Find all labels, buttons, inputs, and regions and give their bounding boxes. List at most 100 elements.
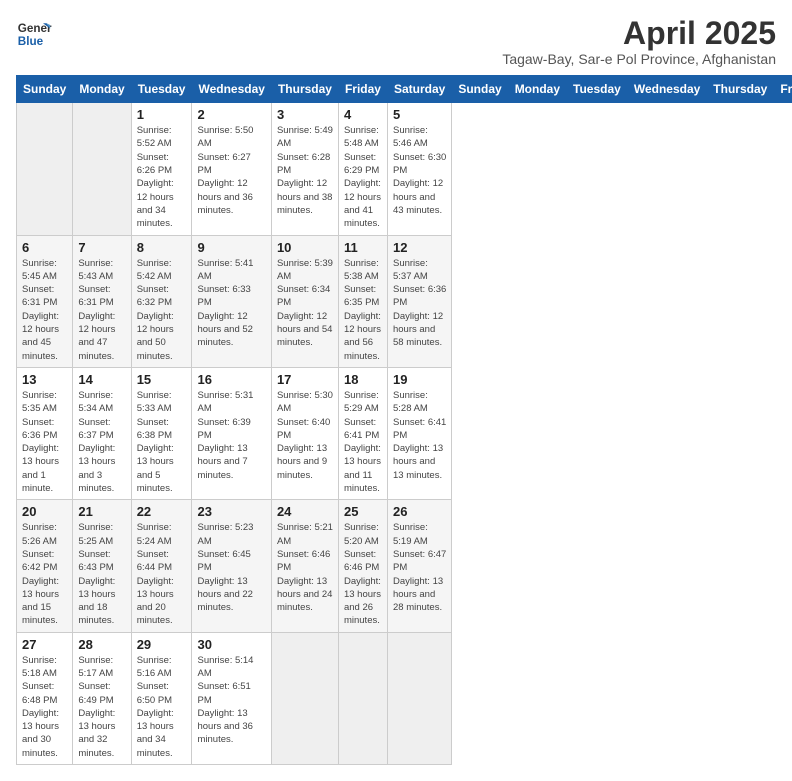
calendar-cell: 8Sunrise: 5:42 AM Sunset: 6:32 PM Daylig…	[131, 235, 192, 367]
day-number: 26	[393, 504, 446, 519]
header-day-saturday: Saturday	[387, 76, 451, 103]
header-friday: Friday	[774, 76, 792, 103]
day-number: 21	[78, 504, 125, 519]
calendar-cell: 13 Sunrise: 5:35 AM Sunset: 6:36 PM Dayli…	[17, 367, 73, 499]
day-info: Sunrise: 5:46 AM Sunset: 6:30 PM Dayligh…	[393, 124, 446, 217]
day-number: 5	[393, 107, 446, 122]
calendar-cell: 18 Sunrise: 5:29 AM Sunset: 6:41 PM Dayli…	[338, 367, 387, 499]
header-sunday: Sunday	[452, 76, 508, 103]
calendar-cell: 24 Sunrise: 5:21 AM Sunset: 6:46 PM Dayli…	[271, 500, 338, 632]
calendar-cell	[338, 632, 387, 764]
day-number: 20	[22, 504, 67, 519]
header-wednesday: Wednesday	[627, 76, 706, 103]
header-day-wednesday: Wednesday	[192, 76, 271, 103]
day-number: 30	[197, 637, 265, 652]
calendar-cell: 6 Sunrise: 5:45 AM Sunset: 6:31 PM Daylig…	[17, 235, 73, 367]
day-number: 13	[22, 372, 67, 387]
day-number: 17	[277, 372, 333, 387]
day-info: Sunrise: 5:39 AM Sunset: 6:34 PM Dayligh…	[277, 257, 333, 350]
calendar-cell: 7 Sunrise: 5:43 AM Sunset: 6:31 PM Daylig…	[73, 235, 131, 367]
calendar-cell: 14Sunrise: 5:34 AM Sunset: 6:37 PM Dayli…	[73, 367, 131, 499]
day-info: Sunrise: 5:48 AM Sunset: 6:29 PM Dayligh…	[344, 124, 382, 230]
calendar-cell: 17 Sunrise: 5:30 AM Sunset: 6:40 PM Dayli…	[271, 367, 338, 499]
header-day-sunday: Sunday	[17, 76, 73, 103]
day-number: 1	[137, 107, 187, 122]
header-thursday: Thursday	[707, 76, 774, 103]
header-day-thursday: Thursday	[271, 76, 338, 103]
calendar-cell: 11 Sunrise: 5:38 AM Sunset: 6:35 PM Dayli…	[338, 235, 387, 367]
title-area: April 2025 Tagaw-Bay, Sar-e Pol Province…	[502, 16, 776, 67]
calendar-cell: 30 Sunrise: 5:14 AM Sunset: 6:51 PM Dayli…	[192, 632, 271, 764]
day-number: 23	[197, 504, 265, 519]
day-number: 3	[277, 107, 333, 122]
calendar-cell: 4 Sunrise: 5:48 AM Sunset: 6:29 PM Daylig…	[338, 103, 387, 235]
day-number: 27	[22, 637, 67, 652]
day-number: 24	[277, 504, 333, 519]
calendar-cell: 23 Sunrise: 5:23 AM Sunset: 6:45 PM Dayli…	[192, 500, 271, 632]
calendar-cell: 9Sunrise: 5:41 AM Sunset: 6:33 PM Daylig…	[192, 235, 271, 367]
header-tuesday: Tuesday	[567, 76, 628, 103]
month-title: April 2025	[502, 16, 776, 51]
header-day-monday: Monday	[73, 76, 131, 103]
day-number: 6	[22, 240, 67, 255]
calendar-cell: 19 Sunrise: 5:28 AM Sunset: 6:41 PM Dayli…	[387, 367, 451, 499]
day-number: 14	[78, 372, 125, 387]
day-info: Sunrise: 5:23 AM Sunset: 6:45 PM Dayligh…	[197, 521, 265, 614]
calendar-cell: 28Sunrise: 5:17 AM Sunset: 6:49 PM Dayli…	[73, 632, 131, 764]
day-info: Sunrise: 5:45 AM Sunset: 6:31 PM Dayligh…	[22, 257, 67, 363]
day-info: Sunrise: 5:18 AM Sunset: 6:48 PM Dayligh…	[22, 654, 67, 760]
calendar-cell: 10 Sunrise: 5:39 AM Sunset: 6:34 PM Dayli…	[271, 235, 338, 367]
calendar-cell	[387, 632, 451, 764]
location-subtitle: Tagaw-Bay, Sar-e Pol Province, Afghanist…	[502, 51, 776, 67]
header-monday: Monday	[508, 76, 566, 103]
day-number: 10	[277, 240, 333, 255]
day-number: 12	[393, 240, 446, 255]
calendar-cell: 3Sunrise: 5:49 AM Sunset: 6:28 PM Daylig…	[271, 103, 338, 235]
day-info: Sunrise: 5:28 AM Sunset: 6:41 PM Dayligh…	[393, 389, 446, 482]
calendar-cell	[271, 632, 338, 764]
calendar-cell: 16 Sunrise: 5:31 AM Sunset: 6:39 PM Dayli…	[192, 367, 271, 499]
day-number: 11	[344, 240, 382, 255]
day-info: Sunrise: 5:30 AM Sunset: 6:40 PM Dayligh…	[277, 389, 333, 482]
calendar-cell	[73, 103, 131, 235]
day-info: Sunrise: 5:42 AM Sunset: 6:32 PM Dayligh…	[137, 257, 187, 363]
calendar-cell: 5 Sunrise: 5:46 AM Sunset: 6:30 PM Daylig…	[387, 103, 451, 235]
day-number: 4	[344, 107, 382, 122]
calendar-cell	[17, 103, 73, 235]
day-info: Sunrise: 5:31 AM Sunset: 6:39 PM Dayligh…	[197, 389, 265, 482]
day-info: Sunrise: 5:16 AM Sunset: 6:50 PM Dayligh…	[137, 654, 187, 760]
logo-icon: General Blue	[16, 16, 52, 52]
day-number: 18	[344, 372, 382, 387]
day-number: 16	[197, 372, 265, 387]
day-number: 7	[78, 240, 125, 255]
day-info: Sunrise: 5:29 AM Sunset: 6:41 PM Dayligh…	[344, 389, 382, 495]
calendar-week-2: 6 Sunrise: 5:45 AM Sunset: 6:31 PM Daylig…	[17, 235, 792, 367]
day-number: 28	[78, 637, 125, 652]
calendar-cell: 25Sunrise: 5:20 AM Sunset: 6:46 PM Dayli…	[338, 500, 387, 632]
calendar-week-3: 13 Sunrise: 5:35 AM Sunset: 6:36 PM Dayli…	[17, 367, 792, 499]
day-number: 15	[137, 372, 187, 387]
day-info: Sunrise: 5:41 AM Sunset: 6:33 PM Dayligh…	[197, 257, 265, 350]
day-number: 2	[197, 107, 265, 122]
day-info: Sunrise: 5:37 AM Sunset: 6:36 PM Dayligh…	[393, 257, 446, 350]
day-number: 29	[137, 637, 187, 652]
calendar-cell: 12 Sunrise: 5:37 AM Sunset: 6:36 PM Dayli…	[387, 235, 451, 367]
logo: General Blue	[16, 16, 52, 52]
day-info: Sunrise: 5:19 AM Sunset: 6:47 PM Dayligh…	[393, 521, 446, 614]
day-info: Sunrise: 5:38 AM Sunset: 6:35 PM Dayligh…	[344, 257, 382, 363]
day-number: 19	[393, 372, 446, 387]
day-info: Sunrise: 5:14 AM Sunset: 6:51 PM Dayligh…	[197, 654, 265, 747]
day-info: Sunrise: 5:35 AM Sunset: 6:36 PM Dayligh…	[22, 389, 67, 495]
calendar-week-4: 20Sunrise: 5:26 AM Sunset: 6:42 PM Dayli…	[17, 500, 792, 632]
day-info: Sunrise: 5:21 AM Sunset: 6:46 PM Dayligh…	[277, 521, 333, 614]
day-info: Sunrise: 5:50 AM Sunset: 6:27 PM Dayligh…	[197, 124, 265, 217]
calendar-cell: 20Sunrise: 5:26 AM Sunset: 6:42 PM Dayli…	[17, 500, 73, 632]
calendar-cell: 26 Sunrise: 5:19 AM Sunset: 6:47 PM Dayli…	[387, 500, 451, 632]
header-day-friday: Friday	[338, 76, 387, 103]
day-info: Sunrise: 5:33 AM Sunset: 6:38 PM Dayligh…	[137, 389, 187, 495]
calendar-cell: 1Sunrise: 5:52 AM Sunset: 6:26 PM Daylig…	[131, 103, 192, 235]
calendar-cell: 29 Sunrise: 5:16 AM Sunset: 6:50 PM Dayli…	[131, 632, 192, 764]
day-info: Sunrise: 5:43 AM Sunset: 6:31 PM Dayligh…	[78, 257, 125, 363]
calendar-cell: 22Sunrise: 5:24 AM Sunset: 6:44 PM Dayli…	[131, 500, 192, 632]
header-day-tuesday: Tuesday	[131, 76, 192, 103]
